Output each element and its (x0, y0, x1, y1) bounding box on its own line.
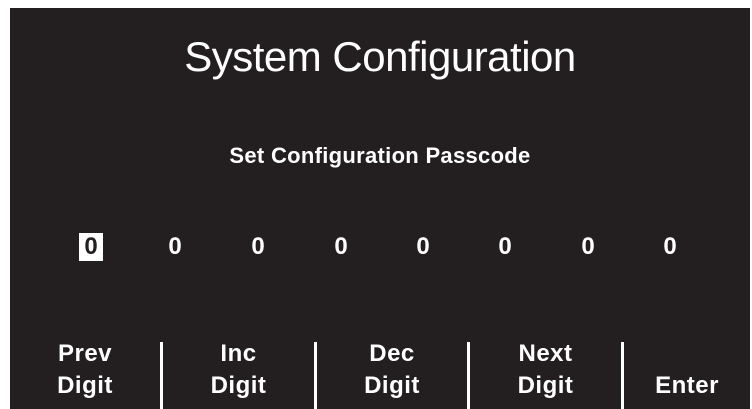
softkey-label-line1: Dec (369, 340, 415, 367)
passcode-digit-1[interactable]: 0 (79, 233, 103, 261)
passcode-digit-3[interactable]: 0 (247, 233, 269, 261)
screen-subtitle: Set Configuration Passcode (229, 143, 531, 168)
passcode-digit-6[interactable]: 0 (494, 233, 516, 261)
softkey-label-line2: Digit (364, 372, 420, 399)
passcode-digit-8[interactable]: 0 (659, 233, 681, 261)
passcode-digit-7[interactable]: 0 (577, 233, 599, 261)
softkey-bar: Prev Digit Inc Digit Dec Digit Next Digi… (10, 338, 750, 409)
inc-digit-button[interactable]: Inc Digit (163, 338, 314, 409)
passcode-digit-5[interactable]: 0 (412, 233, 434, 261)
softkey-label-line2: Enter (655, 372, 719, 399)
softkey-label-line1: Next (518, 340, 573, 367)
passcode-digits: 0 0 0 0 0 0 0 0 (10, 233, 750, 263)
lcd-screen: System Configuration Set Configuration P… (10, 8, 750, 409)
passcode-digit-4[interactable]: 0 (330, 233, 352, 261)
screen-title: System Configuration (184, 33, 576, 80)
passcode-digit-2[interactable]: 0 (164, 233, 186, 261)
enter-button[interactable]: Enter (624, 338, 750, 409)
next-digit-button[interactable]: Next Digit (470, 338, 621, 409)
softkey-label-line1: Inc (220, 340, 257, 367)
prev-digit-button[interactable]: Prev Digit (10, 338, 160, 409)
softkey-label-line2: Digit (57, 372, 113, 399)
dec-digit-button[interactable]: Dec Digit (317, 338, 467, 409)
softkey-label-line1: Prev (57, 340, 113, 367)
softkey-label-line2: Digit (210, 372, 267, 399)
softkey-label-line1 (624, 338, 750, 370)
softkey-label-line2: Digit (517, 372, 574, 399)
